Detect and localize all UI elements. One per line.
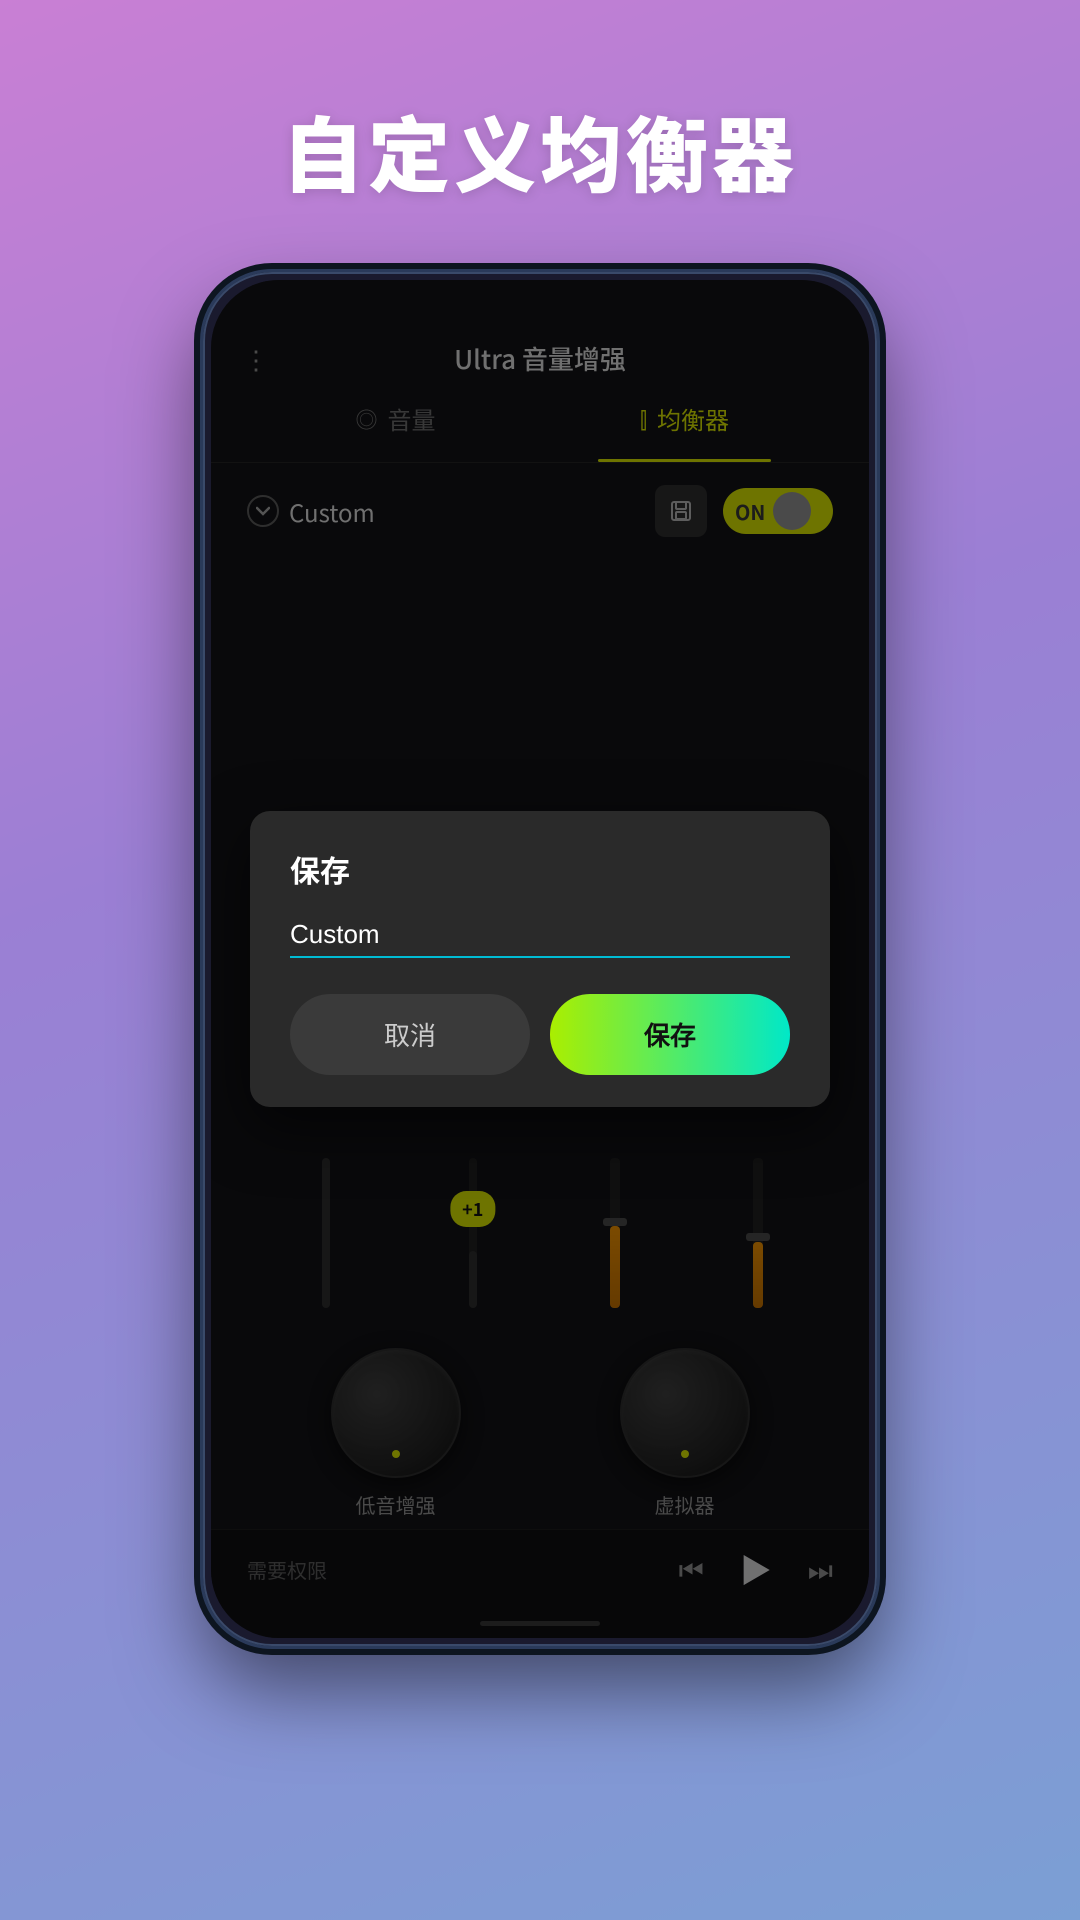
page-title: 自定义均衡器 (282, 90, 798, 209)
dialog-title: 保存 (290, 847, 790, 891)
cancel-button[interactable]: 取消 (290, 994, 530, 1075)
phone-frame: ⋮ Ultra 音量增强 ◎ 音量 ⫿ 均衡器 Custom (200, 269, 880, 1649)
save-dialog: 保存 取消 保存 (250, 811, 830, 1107)
dialog-buttons: 取消 保存 (290, 994, 790, 1075)
dialog-name-input[interactable] (290, 919, 790, 950)
phone-screen: ⋮ Ultra 音量增强 ◎ 音量 ⫿ 均衡器 Custom (211, 280, 869, 1638)
dialog-input-wrap (290, 919, 790, 958)
dialog-overlay: 保存 取消 保存 (211, 280, 869, 1638)
save-button[interactable]: 保存 (550, 994, 790, 1075)
